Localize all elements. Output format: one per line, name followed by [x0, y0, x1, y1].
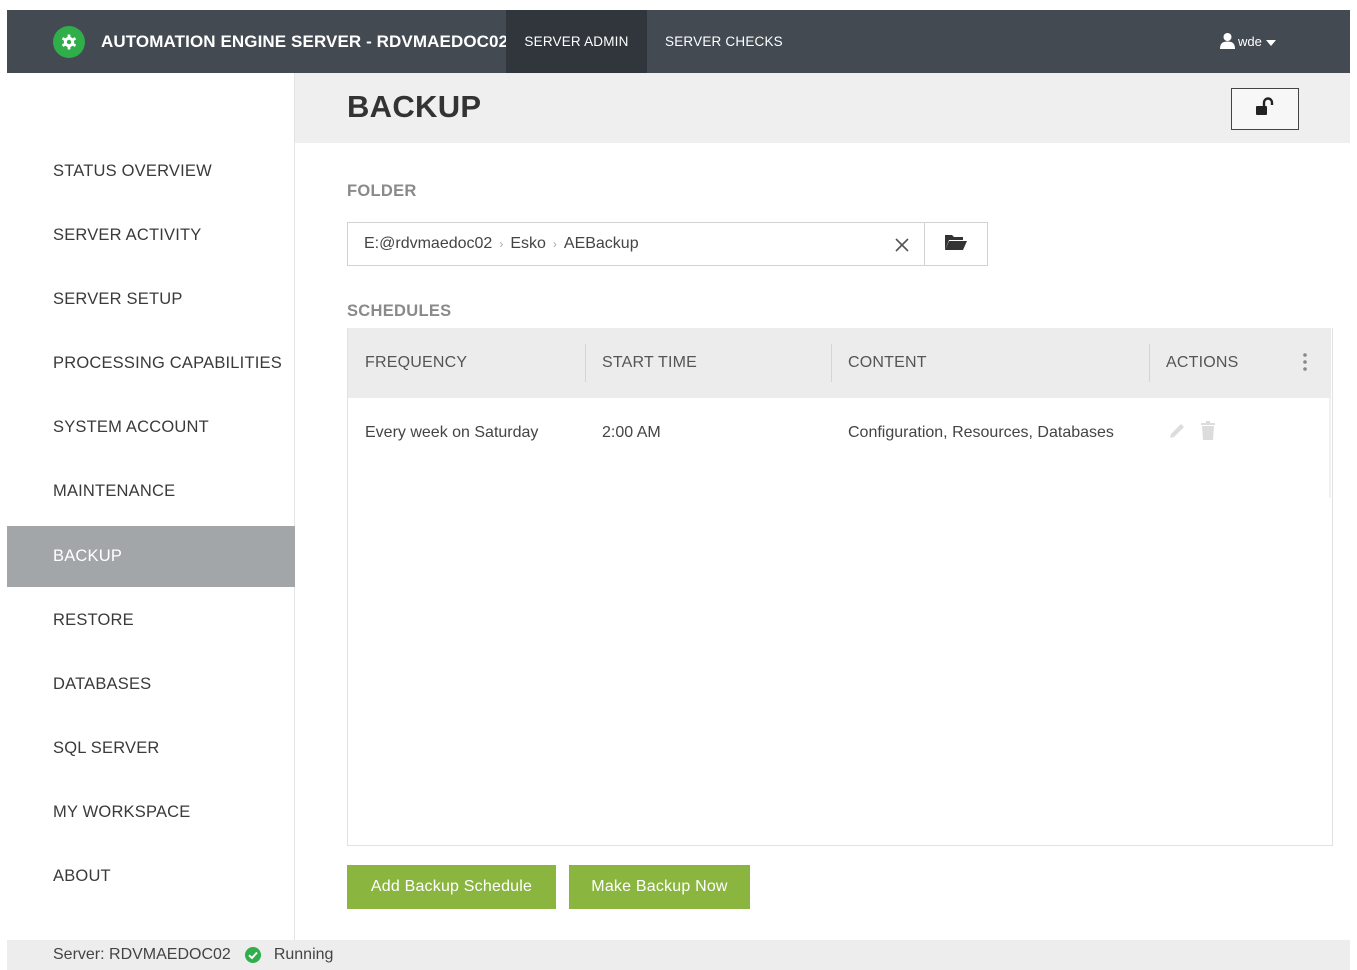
path-separator: › [499, 237, 504, 251]
column-header-actions: ACTIONS [1166, 354, 1239, 371]
column-divider [585, 344, 586, 382]
cell-start-time: 2:00 AM [602, 424, 661, 441]
path-segment: Esko [510, 235, 546, 252]
add-backup-schedule-button[interactable]: Add Backup Schedule [347, 865, 556, 909]
check-circle-icon [244, 947, 261, 963]
trash-icon[interactable] [1200, 420, 1216, 446]
top-bar: AUTOMATION ENGINE SERVER - RDVMAEDOC02 S… [7, 10, 1350, 73]
sidebar-item-status-overview[interactable]: STATUS OVERVIEW [7, 141, 295, 202]
column-header-frequency[interactable]: FREQUENCY [365, 328, 467, 398]
sidebar-item-server-activity[interactable]: SERVER ACTIVITY [7, 205, 295, 266]
table-row[interactable]: Every week on Saturday 2:00 AM Configura… [348, 398, 1331, 468]
chevron-down-icon [1265, 34, 1276, 49]
sidebar-item-system-account[interactable]: SYSTEM ACCOUNT [7, 397, 295, 458]
page-header: BACKUP [295, 73, 1350, 143]
column-header-content[interactable]: CONTENT [848, 328, 927, 398]
schedules-table: FREQUENCY START TIME CONTENT ACTIONS Eve… [347, 328, 1333, 846]
sidebar-item-backup[interactable]: BACKUP [7, 526, 295, 587]
status-bar: Server: RDVMAEDOC02 Running [7, 940, 1350, 970]
sidebar-item-sql-server[interactable]: SQL SERVER [7, 718, 295, 779]
gear-icon [53, 25, 85, 58]
path-separator: › [552, 237, 557, 251]
user-menu[interactable]: wde [1219, 10, 1276, 73]
app-window: AUTOMATION ENGINE SERVER - RDVMAEDOC02 S… [7, 10, 1350, 970]
user-name: wde [1238, 34, 1262, 49]
sidebar-item-my-workspace[interactable]: MY WORKSPACE [7, 782, 295, 843]
sidebar-item-processing-capabilities[interactable]: PROCESSING CAPABILITIES [7, 333, 295, 394]
column-divider [831, 344, 832, 382]
cell-content: Configuration, Resources, Databases [848, 424, 1114, 441]
page-title: BACKUP [347, 89, 482, 124]
close-icon[interactable] [893, 236, 911, 254]
unlock-icon [1254, 96, 1276, 122]
sidebar-item-restore[interactable]: RESTORE [7, 590, 295, 651]
folder-open-icon [944, 233, 968, 256]
column-header-start-time[interactable]: START TIME [602, 328, 697, 398]
sidebar: STATUS OVERVIEW SERVER ACTIVITY SERVER S… [7, 73, 295, 940]
kebab-menu-icon[interactable] [1302, 352, 1308, 372]
brand: AUTOMATION ENGINE SERVER - RDVMAEDOC02 [53, 10, 508, 73]
cell-frequency: Every week on Saturday [365, 424, 539, 441]
tab-server-admin[interactable]: SERVER ADMIN [506, 10, 647, 73]
make-backup-now-button[interactable]: Make Backup Now [569, 865, 750, 909]
lock-toggle-button[interactable] [1231, 88, 1299, 130]
column-divider [1149, 344, 1150, 382]
browse-folder-button[interactable] [924, 222, 988, 266]
server-state: Running [273, 946, 334, 963]
folder-label: FOLDER [347, 182, 417, 200]
server-label: Server: RDVMAEDOC02 [53, 946, 231, 963]
sidebar-item-maintenance[interactable]: MAINTENANCE [7, 461, 295, 522]
folder-path-field[interactable]: E:@rdvmaedoc02 › Esko › AEBackup [347, 222, 925, 266]
table-scrollbar[interactable] [1329, 398, 1331, 498]
app-title: AUTOMATION ENGINE SERVER - RDVMAEDOC02 [101, 31, 509, 51]
sidebar-item-about[interactable]: ABOUT [7, 846, 295, 907]
pencil-icon[interactable] [1166, 422, 1188, 445]
sidebar-item-server-setup[interactable]: SERVER SETUP [7, 269, 295, 330]
table-header: FREQUENCY START TIME CONTENT ACTIONS [348, 328, 1331, 398]
tab-server-checks[interactable]: SERVER CHECKS [665, 10, 783, 73]
path-segment: AEBackup [563, 235, 639, 252]
cell-actions [1166, 398, 1216, 468]
schedules-label: SCHEDULES [347, 302, 452, 320]
sidebar-item-databases[interactable]: DATABASES [7, 654, 295, 715]
path-segment: E:@rdvmaedoc02 [364, 235, 493, 252]
user-icon [1219, 32, 1236, 52]
